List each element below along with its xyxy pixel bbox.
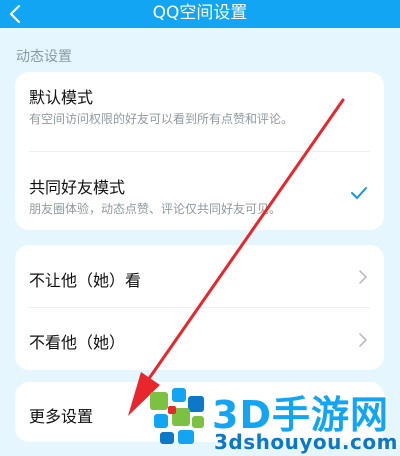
default-mode-title: 默认模式 bbox=[29, 88, 94, 107]
section-label: 动态设置 bbox=[16, 49, 72, 65]
game-site-logo-icon bbox=[150, 388, 204, 444]
mode-card: 默认模式 有空间访问权限的好友可以看到所有点赞和评论。 共同好友模式 朋友圈体验… bbox=[15, 72, 384, 230]
more-settings-label: 更多设置 bbox=[29, 407, 94, 426]
watermark-url: 3dshouyou.com bbox=[214, 430, 398, 454]
mutual-mode-title: 共同好友模式 bbox=[29, 178, 126, 197]
default-mode-option[interactable]: 默认模式 有空间访问权限的好友可以看到所有点赞和评论。 bbox=[15, 72, 384, 150]
default-mode-desc: 有空间访问权限的好友可以看到所有点赞和评论。 bbox=[29, 112, 294, 126]
mutual-mode-option[interactable]: 共同好友模式 朋友圈体验，动态点赞、评论仅共同好友可见。 bbox=[15, 152, 384, 230]
chevron-right-icon bbox=[359, 333, 367, 347]
mutual-mode-desc: 朋友圈体验，动态点赞、评论仅共同好友可见。 bbox=[29, 202, 282, 216]
hide-from-item[interactable]: 不让他（她）看 bbox=[15, 245, 384, 307]
checkmark-icon bbox=[351, 187, 367, 199]
title-bar: QQ空间设置 bbox=[0, 0, 400, 28]
dont-view-label: 不看他（她） bbox=[29, 333, 126, 352]
hide-from-label: 不让他（她）看 bbox=[29, 271, 142, 290]
watermark: 3D手游网 3dshouyou.com bbox=[146, 378, 400, 456]
privacy-card: 不让他（她）看 不看他（她） bbox=[15, 245, 384, 370]
dont-view-item[interactable]: 不看他（她） bbox=[15, 308, 384, 370]
page-title: QQ空间设置 bbox=[152, 3, 248, 23]
chevron-right-icon bbox=[359, 270, 367, 284]
